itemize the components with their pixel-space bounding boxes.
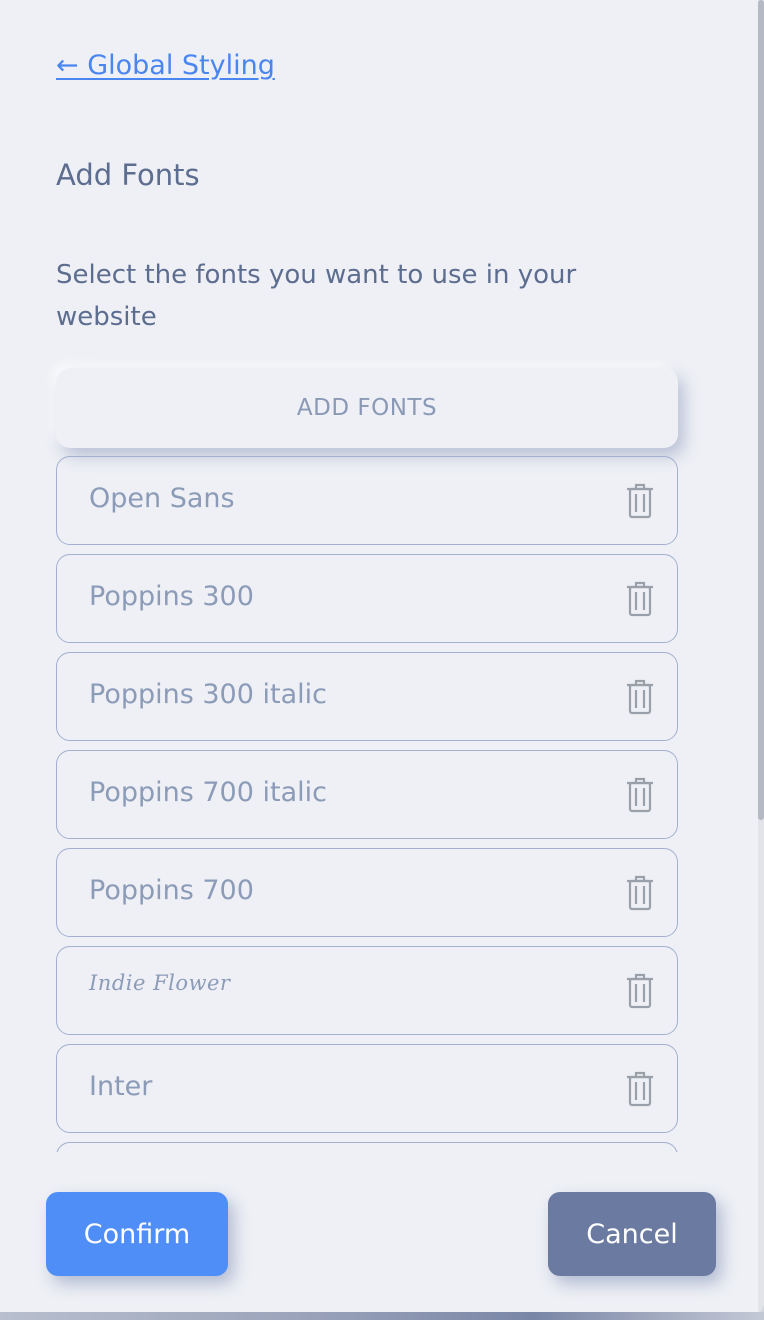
font-item-poppins-700-italic: Poppins 700 italic xyxy=(56,750,678,839)
font-name: Poppins 700 italic xyxy=(89,777,327,808)
font-item-poppins-300-italic: Poppins 300 italic xyxy=(56,652,678,741)
confirm-button[interactable]: Confirm xyxy=(46,1192,228,1276)
font-name: Inter xyxy=(89,1071,153,1102)
back-to-global-styling-link[interactable]: ← Global Styling xyxy=(56,50,275,81)
font-item-indie-flower: Indie Flower xyxy=(56,946,678,1035)
font-name: Indie Flower xyxy=(89,970,231,995)
font-list[interactable]: Open Sans Poppins 300 Poppins 300 italic… xyxy=(56,456,678,1152)
font-name: Poppins 300 italic xyxy=(89,679,327,710)
cancel-button[interactable]: Cancel xyxy=(548,1192,716,1276)
trash-icon[interactable] xyxy=(625,581,655,617)
add-fonts-button[interactable]: ADD FONTS xyxy=(56,368,678,448)
font-item-open-sans: Open Sans xyxy=(56,456,678,545)
trash-icon[interactable] xyxy=(625,973,655,1009)
font-name: Open Sans xyxy=(89,483,235,514)
page-description: Select the fonts you want to use in your… xyxy=(56,260,577,332)
font-item-poppins-300: Poppins 300 xyxy=(56,554,678,643)
trash-icon[interactable] xyxy=(625,777,655,813)
font-name: Poppins 700 xyxy=(89,875,254,906)
add-fonts-panel: ← Global Styling Add Fonts Select the fo… xyxy=(0,0,764,1316)
background-strip xyxy=(0,1312,764,1320)
trash-icon[interactable] xyxy=(625,483,655,519)
font-item-inter: Inter xyxy=(56,1044,678,1133)
page-title: Add Fonts xyxy=(56,158,200,192)
font-item-poppins-700: Poppins 700 xyxy=(56,848,678,937)
scrollbar-thumb[interactable] xyxy=(758,0,764,820)
trash-icon[interactable] xyxy=(625,1071,655,1107)
trash-icon[interactable] xyxy=(625,875,655,911)
trash-icon[interactable] xyxy=(625,679,655,715)
font-item-partial xyxy=(56,1142,678,1152)
scrollbar-track[interactable] xyxy=(758,0,764,1316)
font-name: Poppins 300 xyxy=(89,581,254,612)
